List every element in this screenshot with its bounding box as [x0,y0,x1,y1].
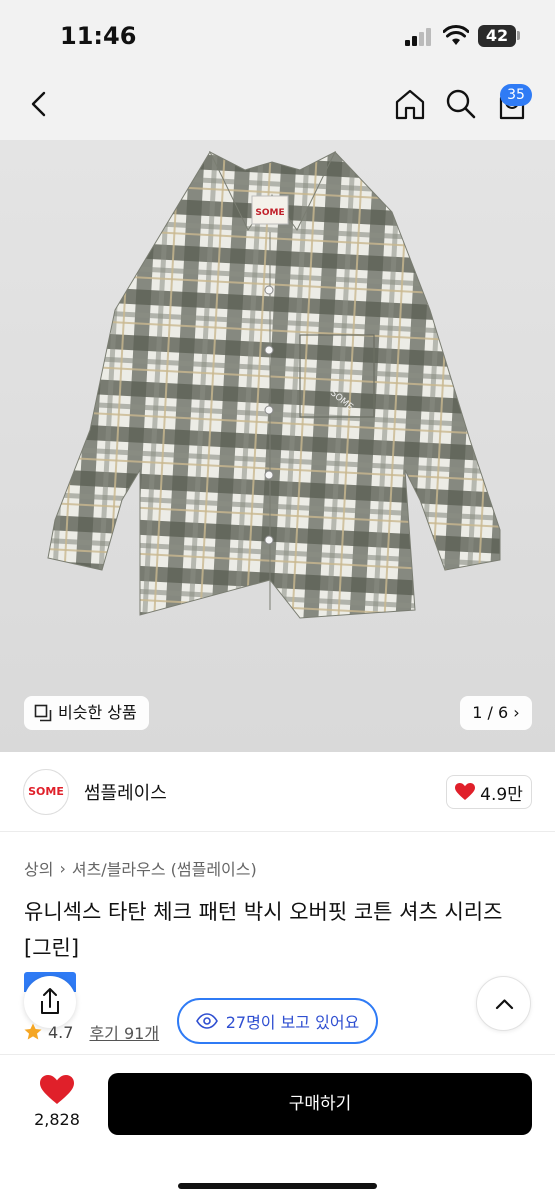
similar-products-button[interactable]: 비슷한 상품 [24,696,149,730]
rating-row: 4.7 후기 91개 [24,1020,159,1044]
seller-name[interactable]: 썸플레이스 [84,779,167,805]
cart-count-badge: 35 [500,84,532,106]
svg-text:SOME: SOME [255,208,284,218]
seller-logo: SOME [23,769,69,815]
image-counter: 1 / 6 [472,703,509,722]
bottom-action-bar: 2,828 구매하기 [0,1054,555,1200]
scroll-to-top-button[interactable] [476,976,531,1031]
heart-icon [455,783,476,800]
product-title: 유니섹스 타탄 체크 패턴 박시 오버핏 코튼 셔츠 시리즈 [그린] [24,900,503,960]
battery-tip [517,31,520,40]
status-bar: 11:46 42 [0,0,555,70]
breadcrumb-category[interactable]: 상의 [24,856,53,880]
home-icon[interactable] [392,86,428,122]
chevron-up-icon [495,999,514,1010]
product-image-gallery[interactable]: SOME SOME 비슷한 상품 1 / 6 › [0,140,555,752]
breadcrumb-subcategory[interactable]: 셔츠/블라우스 (썸플레이스) [72,856,257,880]
viewers-text: 27명이 보고 있어요 [225,1013,360,1032]
top-nav: 35 [0,70,555,140]
breadcrumb: 상의 › 셔츠/블라우스 (썸플레이스) [24,856,257,880]
star-icon [24,1023,42,1040]
like-heart-icon[interactable] [40,1075,74,1105]
seller-like-button[interactable]: 4.9만 [446,775,532,809]
image-counter-button[interactable]: 1 / 6 › [460,696,532,730]
chevron-right-icon: › [513,703,520,722]
viewers-badge: 27명이 보고 있어요 [177,998,378,1044]
product-image: SOME SOME [47,150,501,619]
seller-row[interactable]: SOME 썸플레이스 4.9만 [0,752,555,832]
review-count-link[interactable]: 후기 91개 [89,1020,159,1044]
status-time: 11:46 [60,22,137,50]
like-count: 2,828 [34,1110,80,1129]
wifi-icon [443,25,469,45]
chevron-right-icon: › [59,858,66,878]
battery-icon: 42 [478,25,516,47]
cellular-signal-icon [405,28,431,46]
copy-icon [34,704,52,722]
eye-icon [195,1013,218,1029]
seller-like-count: 4.9만 [480,784,523,805]
home-indicator [178,1183,377,1189]
similar-products-label: 비슷한 상품 [58,703,137,722]
rating-value: 4.7 [48,1022,74,1042]
back-arrow-icon[interactable] [22,86,58,122]
search-icon[interactable] [443,86,479,122]
buy-button[interactable]: 구매하기 [108,1073,532,1135]
